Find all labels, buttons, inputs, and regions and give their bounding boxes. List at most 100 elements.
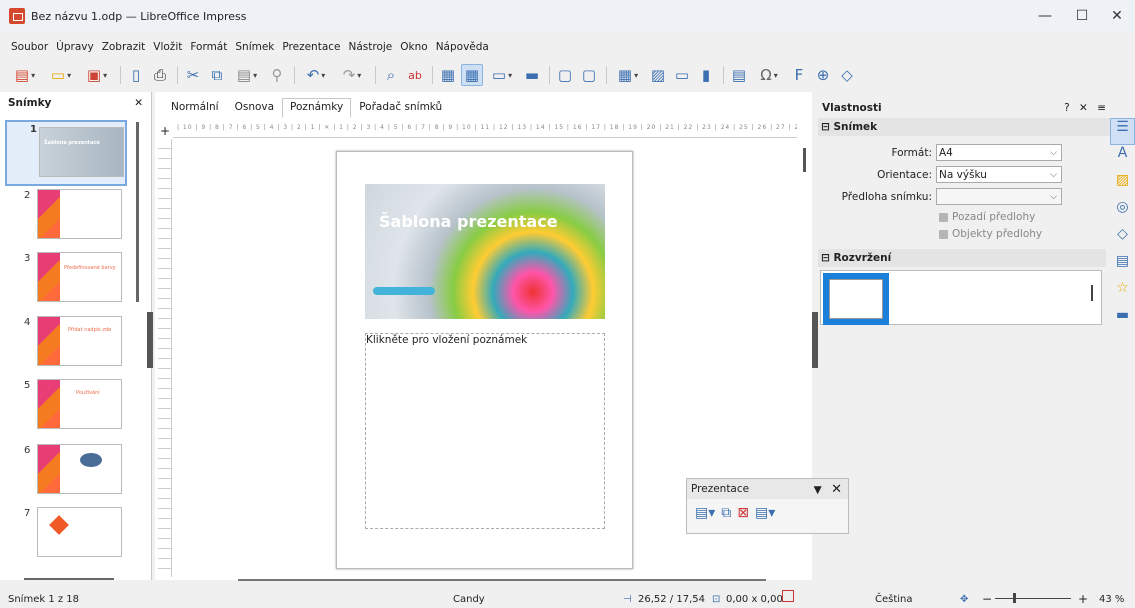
delete-slide-icon[interactable]: ⊠ xyxy=(737,505,749,521)
duplicate-slide-icon[interactable]: ⧉ xyxy=(721,505,731,521)
status-bar: Snímek 1 z 18 Candy ⊣ 26,52 / 17,54 ⊡ 0,… xyxy=(0,590,1135,608)
slide-transition-deck-icon[interactable]: ▬ xyxy=(1110,307,1135,334)
navigator-deck-icon[interactable]: ◎ xyxy=(1110,199,1135,226)
insert-chart-icon[interactable]: ▮ xyxy=(695,64,717,86)
shapes-deck-icon[interactable]: ◇ xyxy=(1110,226,1135,253)
slide-preview[interactable]: Šablona prezentace xyxy=(365,184,605,319)
gallery-deck-icon[interactable]: ▨ xyxy=(1110,172,1135,199)
menu-okno[interactable]: Okno xyxy=(400,41,427,53)
properties-deck-icon[interactable]: ☰ xyxy=(1110,118,1135,145)
new-document-icon[interactable]: ▤ xyxy=(8,64,42,86)
slides-pane-hscrollbar[interactable] xyxy=(24,578,114,580)
properties-menu-button[interactable]: ≡ xyxy=(1097,102,1106,114)
shapes-icon[interactable]: ◇ xyxy=(836,64,858,86)
master-objects-label: Objekty předlohy xyxy=(952,228,1043,240)
slide-thumbnail-2[interactable] xyxy=(37,189,122,239)
paste-icon[interactable]: ▤ xyxy=(230,64,264,86)
tab-normal[interactable]: Normální xyxy=(163,98,227,118)
slide-layout-icon[interactable]: ▤▾ xyxy=(695,505,715,521)
helplines-icon[interactable]: ▦ xyxy=(461,64,483,86)
master-select[interactable] xyxy=(936,188,1062,205)
layout-section-header[interactable]: ⊟ Rozvržení xyxy=(818,249,1106,267)
save-icon[interactable]: ▣ xyxy=(80,64,114,86)
slide-thumbnail-4[interactable]: Přidat nadpis zde xyxy=(37,316,122,366)
notes-placeholder-text: Klikněte pro vložení poznámek xyxy=(366,334,528,346)
format-select[interactable]: A4 xyxy=(936,144,1062,161)
menu-upravy[interactable]: Úpravy xyxy=(56,41,94,53)
tab-notes[interactable]: Poznámky xyxy=(282,98,352,118)
master-slide-icon[interactable]: ▬ xyxy=(521,64,543,86)
clone-formatting-icon[interactable]: ⚲ xyxy=(266,64,288,86)
insert-table-icon[interactable]: ▦ xyxy=(611,64,645,86)
maximize-button[interactable]: ☐ xyxy=(1064,0,1100,32)
slide-thumbnail-6[interactable] xyxy=(37,444,122,494)
menu-bar: Soubor Úpravy Zobrazit Vložit Formát Sní… xyxy=(0,36,1135,58)
print-icon[interactable]: ⎙ xyxy=(149,64,171,86)
slide-thumbnail-5[interactable]: Používání xyxy=(37,379,122,429)
menu-format[interactable]: Formát xyxy=(190,41,227,53)
fit-page-icon[interactable]: ✥ xyxy=(960,594,968,605)
status-zoom[interactable]: 43 % xyxy=(1099,594,1124,605)
collapse-slides-pane-handle[interactable] xyxy=(147,312,153,368)
styles-deck-icon[interactable]: A xyxy=(1110,145,1135,172)
orientation-select[interactable]: Na výšku xyxy=(936,166,1062,183)
slide-section-header[interactable]: ⊟ Snímek xyxy=(818,118,1110,136)
grid-icon[interactable]: ▦ xyxy=(437,64,459,86)
zoom-out-button[interactable]: − xyxy=(982,592,992,606)
fontwork-icon[interactable]: F xyxy=(788,64,810,86)
zoom-slider[interactable] xyxy=(995,598,1071,599)
spelling-icon[interactable]: ab xyxy=(404,64,426,86)
special-character-icon[interactable]: Ω xyxy=(752,64,786,86)
layout-title-content[interactable] xyxy=(823,273,889,325)
close-window-button[interactable]: ✕ xyxy=(1099,0,1135,32)
copy-icon[interactable]: ⧉ xyxy=(206,64,228,86)
insert-textbox-icon[interactable]: ▤ xyxy=(728,64,750,86)
properties-close-button[interactable]: ✕ xyxy=(1079,102,1088,114)
vertical-scrollbar[interactable] xyxy=(803,148,806,172)
export-pdf-icon[interactable]: ▯ xyxy=(125,64,147,86)
master-objects-checkbox[interactable]: Objekty předlohy xyxy=(939,228,1042,240)
properties-header: Vlastnosti ? ✕ ≡ xyxy=(818,98,1110,118)
find-replace-icon[interactable]: ⌕ xyxy=(380,64,402,86)
master-slides-deck-icon[interactable]: ▤ xyxy=(1110,253,1135,280)
zoom-in-button[interactable]: + xyxy=(1078,592,1088,606)
menu-vlozit[interactable]: Vložit xyxy=(153,41,182,53)
insert-image-icon[interactable]: ▨ xyxy=(647,64,669,86)
redo-icon[interactable]: ↷ xyxy=(335,64,369,86)
document-modified-icon[interactable] xyxy=(782,590,794,602)
menu-zobrazit[interactable]: Zobrazit xyxy=(102,41,146,53)
slide-thumbnail-3[interactable]: Předefinované barvy xyxy=(37,252,122,302)
properties-help-button[interactable]: ? xyxy=(1064,102,1070,114)
animation-deck-icon[interactable]: ☆ xyxy=(1110,280,1135,307)
start-first-slide-icon[interactable]: ▢ xyxy=(554,64,576,86)
zoom-slider-handle[interactable] xyxy=(1013,593,1016,603)
tab-slide-sorter[interactable]: Pořadač snímků xyxy=(351,98,450,118)
undo-icon[interactable]: ↶ xyxy=(299,64,333,86)
tab-outline[interactable]: Osnova xyxy=(227,98,282,118)
horizontal-ruler[interactable]: | 10 | 9 | 8 | 7 | 6 | 5 | 4 | 3 | 2 | 1… xyxy=(173,124,797,138)
menu-prezentace[interactable]: Prezentace xyxy=(282,41,340,53)
hyperlink-icon[interactable]: ⊕ xyxy=(812,64,834,86)
master-background-checkbox[interactable]: Pozadí předlohy xyxy=(939,211,1035,223)
open-folder-icon[interactable]: ▭ xyxy=(44,64,78,86)
slide-thumbnail-1[interactable]: Šablona prezentace xyxy=(39,127,124,177)
menu-napoveda[interactable]: Nápověda xyxy=(436,41,489,53)
layout-scrollbar[interactable] xyxy=(1091,285,1093,301)
start-current-slide-icon[interactable]: ▢ xyxy=(578,64,600,86)
menu-snimek[interactable]: Snímek xyxy=(235,41,274,53)
display-views-icon[interactable]: ▭ xyxy=(485,64,519,86)
slide-thumbnail-7[interactable] xyxy=(37,507,122,557)
minimize-button[interactable]: — xyxy=(1027,0,1063,32)
status-language[interactable]: Čeština xyxy=(875,594,913,605)
slide-number: 5 xyxy=(24,380,31,391)
slide-layout-dropdown-icon[interactable]: ▤▾ xyxy=(755,505,775,521)
notes-placeholder[interactable]: Klikněte pro vložení poznámek xyxy=(365,333,605,529)
slides-pane-scrollbar[interactable] xyxy=(136,122,139,302)
insert-media-icon[interactable]: ▭ xyxy=(671,64,693,86)
menu-soubor[interactable]: Soubor xyxy=(11,41,48,53)
vertical-ruler[interactable] xyxy=(158,139,172,577)
cut-icon[interactable]: ✂ xyxy=(182,64,204,86)
slides-pane-close-button[interactable]: ✕ xyxy=(134,97,143,109)
horizontal-scrollbar[interactable] xyxy=(238,579,766,581)
menu-nastroje[interactable]: Nástroje xyxy=(349,41,393,53)
